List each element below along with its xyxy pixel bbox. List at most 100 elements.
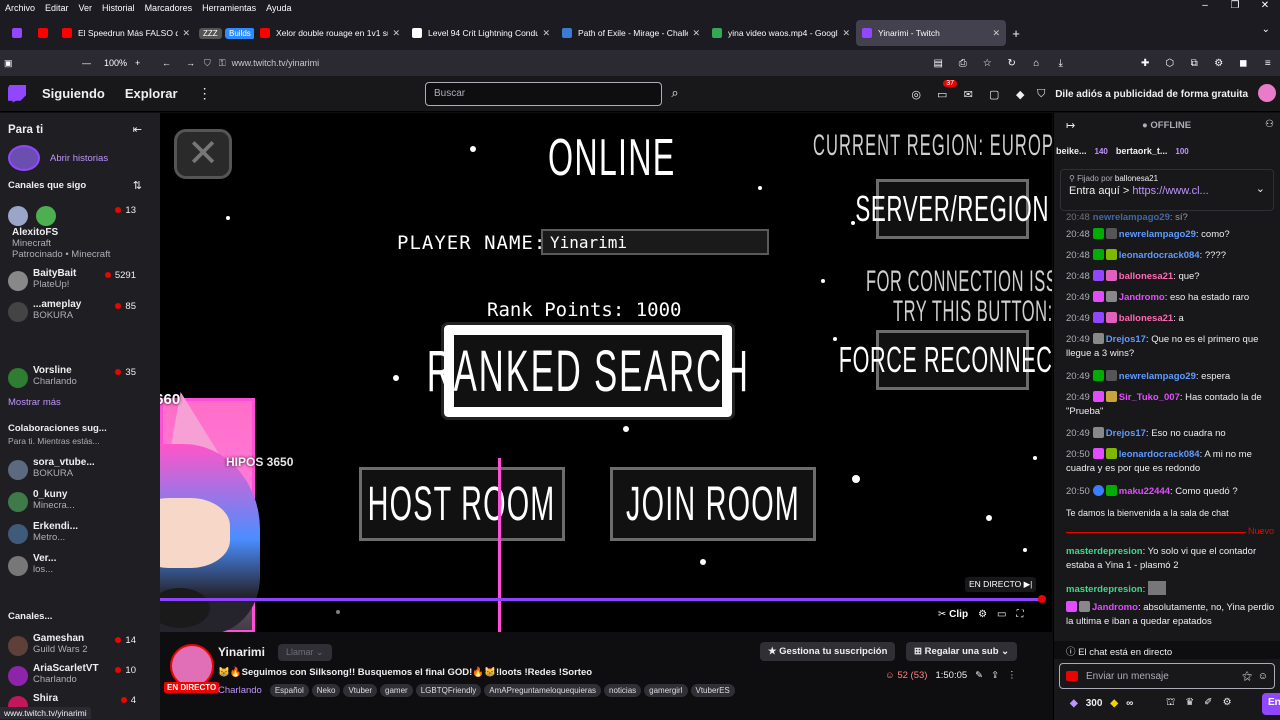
avatar[interactable]: [1254, 83, 1280, 105]
video-player[interactable]: ✕ ONLINE CURRENT REGION: EUROPE SERVER/R…: [160, 113, 1052, 632]
sidebar-collab-channel[interactable]: Erkendi... Metro...: [0, 521, 150, 557]
tag[interactable]: gamergirl: [644, 684, 688, 697]
nav-following[interactable]: Siguiendo: [42, 86, 105, 101]
tag[interactable]: VtuberES: [690, 684, 735, 697]
menu-ver[interactable]: Ver: [74, 3, 98, 13]
address-bar[interactable]: ⛉ ⚿ www.twitch.tv/yinarimi: [204, 53, 934, 73]
menu-ayuda[interactable]: Ayuda: [261, 3, 296, 13]
whispers-icon[interactable]: ✉: [955, 88, 981, 101]
profile-icon[interactable]: ◼: [1231, 58, 1256, 69]
reload-icon[interactable]: ↻: [1000, 58, 1025, 69]
tag[interactable]: Neko: [311, 684, 341, 697]
sidebar-collab-channel[interactable]: 0_kuny Minecra...: [0, 489, 150, 525]
progress-bar[interactable]: [160, 598, 1040, 601]
menu-editar[interactable]: Editar: [40, 3, 74, 13]
open-stories-link[interactable]: Abrir historias: [50, 153, 108, 164]
prime-icon[interactable]: ♛: [1185, 697, 1194, 710]
chat-identity-icon[interactable]: [1066, 671, 1078, 681]
share-icon[interactable]: ⇪: [991, 670, 999, 681]
player-name-field[interactable]: Yinarimi: [541, 229, 769, 255]
extension-icon[interactable]: ✚: [1133, 58, 1158, 69]
url-text[interactable]: www.twitch.tv/yinarimi: [232, 58, 320, 68]
edit-icon[interactable]: ✎: [975, 670, 983, 681]
bank-icon[interactable]: ⛫: [1166, 697, 1175, 710]
menu-herramientas[interactable]: Herramientas: [197, 3, 261, 13]
sidebar-collab-channel[interactable]: Ver... los...: [0, 553, 150, 589]
call-button[interactable]: Llamar ⌄: [278, 644, 332, 661]
clip-button[interactable]: ✂ Clip: [938, 609, 968, 620]
menu-archivo[interactable]: Archivo: [0, 3, 40, 13]
inbox-icon[interactable]: ▢: [981, 88, 1007, 101]
theatre-mode-icon[interactable]: ▭: [997, 609, 1006, 620]
nav-explore[interactable]: Explorar: [125, 86, 178, 101]
pen-icon[interactable]: ✐: [1204, 697, 1212, 710]
tab-xelor[interactable]: Xelor double rouage en 1v1 sur ✕: [254, 20, 406, 46]
new-tab-button[interactable]: +: [1006, 26, 1026, 41]
tab-level94[interactable]: Level 94 Crit Lightning Conduit ✕: [406, 20, 556, 46]
tag[interactable]: Vtuber: [343, 684, 378, 697]
crown-icon[interactable]: ◆: [1007, 88, 1033, 101]
progress-handle[interactable]: [1038, 595, 1046, 603]
settings-icon[interactable]: ⚙: [978, 609, 987, 620]
emote-picker-icon[interactable]: ☺: [1258, 671, 1268, 682]
close-window-icon[interactable]: ✕: [1250, 0, 1280, 11]
tab-builds[interactable]: Builds: [222, 20, 254, 46]
live-indicator[interactable]: EN DIRECTO ▶|: [965, 577, 1037, 592]
stories-row[interactable]: Abrir historias: [8, 145, 108, 171]
menu-historial[interactable]: Historial: [97, 3, 140, 13]
server-region-button[interactable]: SERVER/REGION: [856, 179, 1049, 239]
adfree-link[interactable]: Dile adiós a publicidad de forma gratuit…: [1049, 89, 1254, 100]
send-button[interactable]: Enviar: [1262, 693, 1280, 715]
twitch-logo-icon[interactable]: [8, 84, 26, 103]
close-tab-icon[interactable]: ✕: [182, 28, 190, 39]
collapse-chat-icon[interactable]: ↦: [1066, 119, 1075, 132]
expand-pinned-icon[interactable]: ⌄: [1256, 182, 1265, 195]
extension-icon[interactable]: ⬡: [1158, 58, 1183, 69]
tab-speedrun[interactable]: El Speedrun Más FALSO de GTA✕: [56, 20, 196, 46]
bookmark-icon[interactable]: ☆: [975, 58, 1000, 69]
picture-icon[interactable]: ▤: [926, 58, 951, 69]
pinned-tab-1[interactable]: [4, 20, 30, 46]
search-icon[interactable]: ⌕: [662, 82, 688, 106]
tag[interactable]: noticias: [604, 684, 642, 697]
home-icon[interactable]: ⌂: [1024, 58, 1049, 69]
pinned-message[interactable]: ⚲ Fijado por ballonesa21 Entra aquí > ht…: [1060, 169, 1274, 211]
more-icon[interactable]: ⋮: [198, 85, 212, 102]
extensions-icon[interactable]: ⧉: [1182, 58, 1207, 69]
drops-icon[interactable]: ◎: [903, 88, 929, 101]
close-tab-icon[interactable]: ✕: [542, 28, 550, 39]
tab-google-drive[interactable]: yina video waos.mp4 - Google ✕: [706, 20, 856, 46]
close-tab-icon[interactable]: ✕: [392, 28, 400, 39]
search-input[interactable]: Buscar: [425, 82, 662, 106]
menu-marcadores[interactable]: Marcadores: [140, 3, 198, 13]
sidebar-collab-channel[interactable]: sora_vtube... BOKURA: [0, 457, 150, 493]
close-tab-icon[interactable]: ✕: [992, 28, 1000, 39]
menu-icon[interactable]: ≡: [1256, 58, 1280, 69]
list-tabs-icon[interactable]: ⌄: [1262, 24, 1270, 35]
tag[interactable]: Español: [269, 684, 309, 697]
users-icon[interactable]: ⚇: [1265, 119, 1274, 130]
zoom-in-button[interactable]: +: [135, 58, 140, 68]
fullscreen-icon[interactable]: ⛶: [1016, 609, 1023, 620]
sort-icon[interactable]: ⇅: [133, 179, 142, 192]
forward-icon[interactable]: →: [186, 58, 195, 68]
bits-icon[interactable]: ⚝: [1242, 671, 1252, 682]
game-close-icon[interactable]: ✕: [174, 129, 232, 179]
tag[interactable]: gamer: [380, 684, 413, 697]
tab-path-of-exile[interactable]: Path of Exile - Mirage - Challen ✕: [556, 20, 706, 46]
settings-icon[interactable]: ⚙: [1207, 58, 1232, 69]
show-more-link[interactable]: Mostrar más: [8, 397, 61, 408]
tag[interactable]: AmAPreguntameloquequieras: [484, 684, 602, 697]
join-room-button[interactable]: JOIN ROOM: [610, 467, 816, 541]
collapse-sidebar-icon[interactable]: ⇤: [133, 123, 142, 136]
gift-sub-button[interactable]: ⊞ Regalar una sub ⌄: [906, 642, 1018, 661]
sidebar-toggle-icon[interactable]: ▣: [4, 58, 13, 69]
settings-icon[interactable]: ⚙: [1223, 697, 1232, 710]
tab-twitch-active[interactable]: Yinarimi - Twitch ✕: [856, 20, 1006, 46]
sidebar-channel[interactable]: Vorsline Charlando 35: [0, 365, 150, 401]
screenshot-icon[interactable]: ⎙: [951, 58, 976, 69]
maximize-icon[interactable]: ❐: [1220, 0, 1250, 11]
tab-zzz[interactable]: ZZZ: [196, 20, 222, 46]
sidebar-channel[interactable]: AlexitoFS Minecraft Patrocinado • Minecr…: [0, 203, 150, 260]
force-reconnect-button[interactable]: FORCE RECONNECT: [839, 330, 1052, 390]
